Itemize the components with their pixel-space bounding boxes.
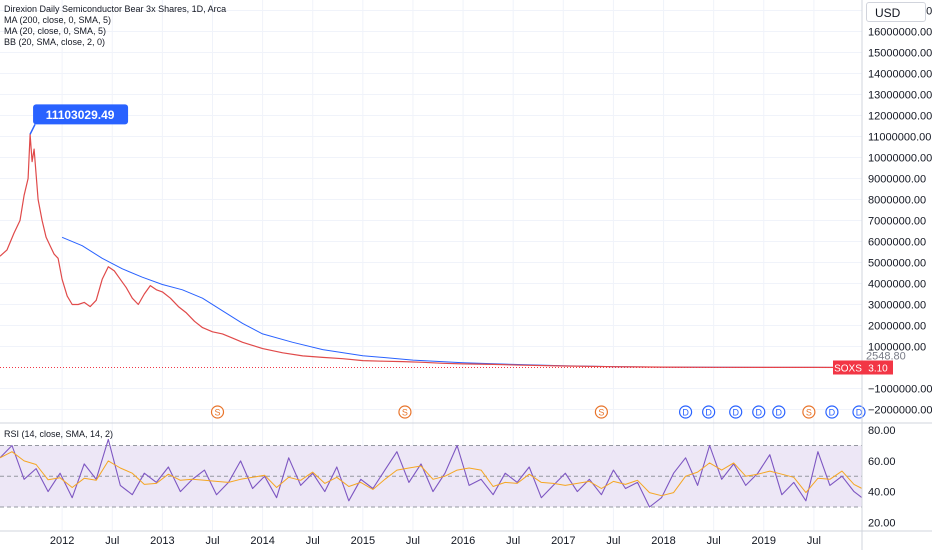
rsi-legend[interactable]: RSI (14, close, SMA, 14, 2) <box>4 429 113 439</box>
price-tick-label: 14000000.00 <box>868 69 932 81</box>
peak-callout-value: 11103029.49 <box>46 108 115 122</box>
price-tick-label: 4000000.00 <box>868 279 926 291</box>
time-tick-label: Jul <box>807 535 821 547</box>
dividend-marker-glyph: D <box>756 408 763 418</box>
time-tick-label: 2014 <box>250 535 274 547</box>
time-tick-label: Jul <box>306 535 320 547</box>
time-tick-label: 2012 <box>50 535 74 547</box>
price-tick-label: 15000000.00 <box>868 48 932 60</box>
events-layer: S S S SD D D D D D D <box>210 405 866 419</box>
price-tick-label: 7000000.00 <box>868 216 926 228</box>
price-tick-label: 3000000.00 <box>868 300 926 312</box>
rsi-band <box>0 445 862 508</box>
time-tick-label: Jul <box>105 535 119 547</box>
legend-ma200[interactable]: MA (200, close, 0, SMA, 5) <box>4 15 226 26</box>
ticker-tag-symbol: SOXS <box>834 363 862 374</box>
price-line <box>0 133 863 369</box>
ma200-line <box>61 236 863 368</box>
time-tick-label: Jul <box>707 535 721 547</box>
price-tick-label: 12000000.00 <box>868 111 932 123</box>
split-marker-glyph: S <box>806 408 812 418</box>
price-tick-label: 6000000.00 <box>868 237 926 249</box>
time-tick-label: Jul <box>606 535 620 547</box>
chart-legend: Direxion Daily Semiconductor Bear 3x Sha… <box>4 4 226 48</box>
chart-canvas[interactable]: SSSSDDDDDDD 17000000.0016000000.00150000… <box>0 0 932 550</box>
ticker-tag-price: 3.10 <box>868 363 888 374</box>
rsi-tick-label: 20.00 <box>868 517 896 529</box>
split-marker-glyph: S <box>214 408 220 418</box>
price-tick-label: 10000000.00 <box>868 153 932 165</box>
rsi-tick-label: 60.00 <box>868 456 896 468</box>
price-tick-label: 8000000.00 <box>868 195 926 207</box>
dividend-marker-glyph: D <box>776 408 783 418</box>
price-tick-label: 2000000.00 <box>868 321 926 333</box>
peak-callout-pointer <box>29 124 36 135</box>
time-tick-label: 2019 <box>752 535 776 547</box>
split-marker-glyph: S <box>402 408 408 418</box>
dividend-marker-glyph: D <box>682 408 689 418</box>
time-tick-label: 2015 <box>351 535 375 547</box>
rsi-tick-label: 80.00 <box>868 425 896 437</box>
peak-callout: 11103029.49 <box>29 104 129 135</box>
time-tick-label: Jul <box>506 535 520 547</box>
price-tick-label: 16000000.00 <box>868 27 932 39</box>
price-tick-label: 5000000.00 <box>868 258 926 270</box>
dividend-marker-glyph: D <box>732 408 739 418</box>
price-tick-label: −2000000.00 <box>868 405 932 417</box>
time-tick-label: 2013 <box>150 535 174 547</box>
dividend-marker-glyph: D <box>705 408 712 418</box>
time-tick-label: 2016 <box>451 535 475 547</box>
rsi-tick-label: 40.00 <box>868 487 896 499</box>
time-tick-label: 2018 <box>651 535 675 547</box>
legend-ma20[interactable]: MA (20, close, 0, SMA, 5) <box>4 26 226 37</box>
time-tick-label: Jul <box>205 535 219 547</box>
dividend-marker-glyph: D <box>829 408 836 418</box>
legend-bb[interactable]: BB (20, SMA, close, 2, 0) <box>4 37 226 48</box>
price-tick-label: 11000000.00 <box>868 132 931 144</box>
price-tick-label: 9000000.00 <box>868 174 926 186</box>
currency-button[interactable]: USD <box>866 2 926 22</box>
price-tick-label: 13000000.00 <box>868 90 932 102</box>
time-tick-label: Jul <box>406 535 420 547</box>
legend-symbol[interactable]: Direxion Daily Semiconductor Bear 3x Sha… <box>4 4 226 15</box>
time-tick-label: 2017 <box>551 535 575 547</box>
price-tick-label: −1000000.00 <box>868 384 932 396</box>
split-marker-glyph: S <box>598 408 604 418</box>
